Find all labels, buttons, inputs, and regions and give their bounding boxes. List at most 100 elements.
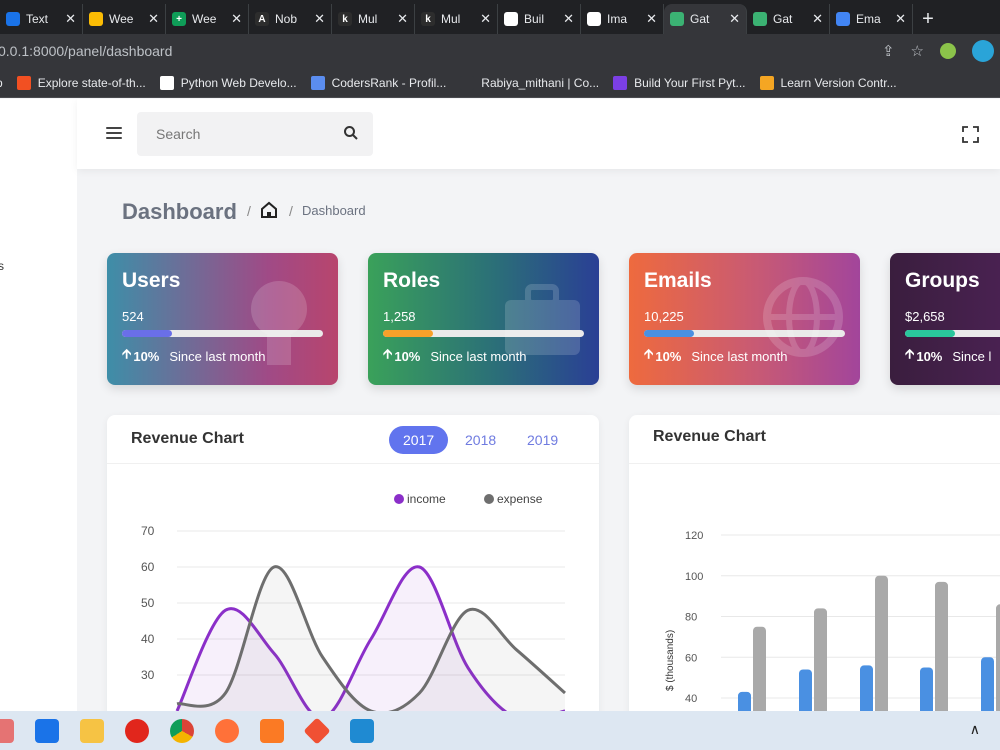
browser-tab[interactable]: Wee ✕: [83, 4, 166, 34]
tab-close-icon[interactable]: ✕: [65, 11, 76, 27]
tab-close-icon[interactable]: ✕: [729, 11, 740, 27]
chrome-icon[interactable]: [170, 718, 194, 743]
bar-blue-2[interactable]: [799, 669, 812, 711]
extension-icon[interactable]: [940, 43, 956, 59]
stat-card-users[interactable]: Users 524 🡩 10% Since last month: [107, 253, 338, 385]
bar-gray-4[interactable]: [935, 581, 948, 711]
bookmark-item[interactable]: Rabiya_mithani | Co...: [460, 75, 600, 90]
bookmark-favicon-icon: [759, 75, 774, 90]
stat-note: Since l: [952, 348, 992, 364]
dashboard-page: s Search Dashboard / / Dashboard Users 52…: [0, 99, 1000, 711]
bar-gray-2[interactable]: [814, 608, 827, 711]
address-bar: 0.0.1:8000/panel/dashboard ⇪ ☆: [0, 34, 1000, 68]
tab-label: Wee: [192, 12, 217, 26]
stat-card-emails[interactable]: Emails 10,225 🡩 10% Since last month: [629, 253, 860, 385]
browser-tab[interactable]: Gat ✕: [747, 4, 830, 34]
tab-label: Wee: [109, 12, 134, 26]
tab-close-icon[interactable]: ✕: [480, 11, 491, 27]
stat-change: 10%: [133, 348, 160, 364]
bookmark-item[interactable]: Build Your First Pyt...: [613, 75, 746, 90]
y-tick-label: 50: [141, 596, 155, 610]
git-icon[interactable]: [303, 716, 331, 745]
file-explorer-icon[interactable]: [80, 718, 104, 743]
tab-close-icon[interactable]: ✕: [563, 11, 574, 27]
menu-toggle-icon[interactable]: [106, 127, 122, 139]
tab-year-2018[interactable]: 2018: [451, 426, 510, 454]
bookmark-favicon-icon: [159, 75, 174, 90]
browser-tab[interactable]: Gat ✕: [664, 4, 747, 34]
browser-tab[interactable]: Ima ✕: [581, 4, 664, 34]
fullscreen-icon[interactable]: [962, 126, 979, 143]
bar-blue-1[interactable]: [738, 691, 751, 711]
tab-year-2019[interactable]: 2019: [513, 426, 572, 454]
browser-tab[interactable]: k Mul ✕: [332, 4, 415, 34]
arrow-up-icon: 🡩: [383, 346, 393, 361]
bookmark-item[interactable]: Python Web Develo...: [159, 75, 297, 90]
topbar: Search: [77, 99, 1000, 169]
home-icon[interactable]: [260, 201, 278, 219]
tab-year-2017[interactable]: 2017: [389, 426, 449, 454]
bookmark-item[interactable]: Explore state-of-th...: [16, 75, 146, 90]
bookmark-star-icon[interactable]: ☆: [911, 42, 924, 60]
bar-gray-5[interactable]: [996, 604, 1000, 711]
bookmark-label: Explore state-of-th...: [37, 75, 146, 90]
xampp-icon[interactable]: [260, 718, 284, 743]
browser-tab[interactable]: k Mul ✕: [415, 4, 498, 34]
search-input[interactable]: Search: [137, 112, 373, 156]
chevron-up-icon[interactable]: ∧: [970, 721, 980, 738]
watermark-icon: [763, 277, 843, 357]
browser-tab[interactable]: + Wee ✕: [166, 4, 249, 34]
opera-icon[interactable]: [125, 718, 149, 743]
stat-title: Groups: [905, 269, 980, 292]
breadcrumb-separator: /: [247, 203, 251, 219]
bar-gray-3[interactable]: [875, 575, 888, 711]
tab-close-icon[interactable]: ✕: [231, 11, 242, 27]
bar-gray-1[interactable]: [753, 626, 766, 711]
bar-blue-5[interactable]: [981, 657, 994, 711]
share-icon[interactable]: ⇪: [882, 42, 895, 60]
sidebar-item-label[interactable]: s: [0, 259, 4, 273]
teamviewer-icon[interactable]: [35, 718, 59, 743]
bookmark-item[interactable]: CodersRank - Profil...: [310, 75, 447, 90]
tab-favicon-icon: k: [421, 12, 435, 26]
page-title: Dashboard: [122, 199, 237, 224]
bookmark-favicon-icon: [613, 75, 628, 90]
firefox-icon[interactable]: [215, 718, 239, 743]
legend-label[interactable]: expense: [497, 492, 543, 506]
tab-close-icon[interactable]: ✕: [895, 11, 906, 27]
tab-favicon-icon: [6, 12, 20, 26]
bookmark-label: Rabiya_mithani | Co...: [481, 75, 600, 90]
url-field[interactable]: 0.0.1:8000/panel/dashboard: [0, 43, 882, 59]
tab-label: Nob: [275, 12, 298, 26]
tab-close-icon[interactable]: ✕: [397, 11, 408, 27]
browser-tab[interactable]: Buil ✕: [498, 4, 581, 34]
stat-card-roles[interactable]: Roles 1,258 🡩 10% Since last month: [368, 253, 599, 385]
tab-close-icon[interactable]: ✕: [646, 11, 657, 27]
bookmark-label: Python Web Develo...: [180, 75, 297, 90]
y-tick-label: 70: [141, 524, 155, 538]
app-icon[interactable]: [0, 718, 14, 743]
stat-card-groups[interactable]: Groups $2,658 🡩 10% Since l: [890, 253, 1000, 385]
new-tab-button[interactable]: +: [913, 4, 943, 34]
tab-close-icon[interactable]: ✕: [148, 11, 159, 27]
browser-tab[interactable]: Ema ✕: [830, 4, 913, 34]
profile-avatar[interactable]: [972, 40, 994, 62]
bookmark-item[interactable]: p: [0, 76, 3, 90]
browser-tab[interactable]: Text ✕: [0, 4, 83, 34]
browser-tab[interactable]: A Nob ✕: [249, 4, 332, 34]
legend-label[interactable]: income: [407, 492, 446, 506]
bar-blue-3[interactable]: [860, 665, 873, 711]
tab-close-icon[interactable]: ✕: [314, 11, 325, 27]
stat-change: 10%: [655, 348, 682, 364]
search-icon[interactable]: [343, 125, 359, 141]
bookmark-label: p: [0, 76, 3, 90]
bar-blue-4[interactable]: [920, 667, 933, 711]
tab-close-icon[interactable]: ✕: [812, 11, 823, 27]
bookmark-item[interactable]: Learn Version Contr...: [759, 75, 897, 90]
tab-label: Text: [26, 12, 49, 26]
card-title: Revenue Chart: [131, 430, 244, 447]
y-tick-label: 120: [685, 530, 703, 542]
vscode-icon[interactable]: [350, 718, 374, 743]
bar-chart: 120 100 80 60 40 $ (thousands): [665, 530, 1000, 711]
bookmark-label: CodersRank - Profil...: [331, 75, 447, 90]
